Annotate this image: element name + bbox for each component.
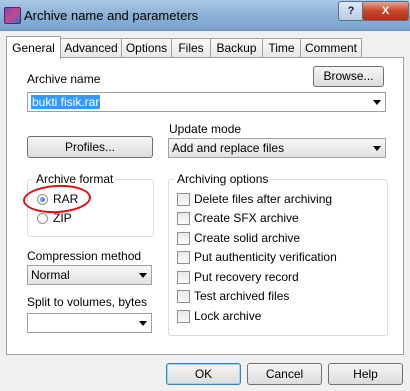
help-title-button[interactable]: ?: [338, 1, 364, 21]
split-volumes-label: Split to volumes, bytes: [27, 295, 148, 309]
profiles-button[interactable]: Profiles...: [27, 136, 153, 158]
tab-time[interactable]: Time: [262, 38, 301, 57]
lock-archive-label[interactable]: Lock archive: [194, 309, 261, 323]
lock-archive-checkbox[interactable]: [177, 310, 190, 323]
create-solid-label[interactable]: Create solid archive: [194, 231, 300, 245]
tab-options[interactable]: Options: [121, 38, 172, 57]
browse-button[interactable]: Browse...: [313, 66, 384, 87]
chevron-down-icon: [373, 146, 381, 151]
help-button[interactable]: Help: [328, 363, 403, 385]
tab-backup[interactable]: Backup: [210, 38, 263, 57]
title-bar: Archive name and parameters ? X: [0, 0, 410, 31]
tab-advanced[interactable]: Advanced: [60, 38, 122, 57]
ok-button[interactable]: OK: [166, 363, 241, 385]
window-title: Archive name and parameters: [24, 8, 199, 23]
archive-name-value: bukti fisik.rar: [31, 95, 101, 109]
create-sfx-checkbox[interactable]: [177, 212, 190, 225]
authenticity-checkbox[interactable]: [177, 251, 190, 264]
tab-files[interactable]: Files: [171, 38, 211, 57]
split-volumes-combo[interactable]: [27, 313, 152, 333]
recovery-record-label[interactable]: Put recovery record: [194, 270, 299, 284]
chevron-down-icon: [373, 100, 381, 105]
authenticity-label[interactable]: Put authenticity verification: [194, 250, 337, 264]
compression-method-label: Compression method: [27, 249, 142, 263]
zip-radio[interactable]: [37, 213, 48, 224]
compression-method-value: Normal: [31, 268, 70, 282]
chevron-down-icon: [139, 321, 147, 326]
archive-name-label: Archive name: [27, 72, 101, 86]
update-mode-label: Update mode: [169, 122, 242, 136]
delete-files-label[interactable]: Delete files after archiving: [194, 192, 332, 206]
test-archived-checkbox[interactable]: [177, 290, 190, 303]
test-archived-label[interactable]: Test archived files: [194, 289, 289, 303]
zip-label[interactable]: ZIP: [53, 211, 72, 225]
create-solid-checkbox[interactable]: [177, 232, 190, 245]
winrar-app-icon: [4, 7, 21, 24]
chevron-down-icon: [139, 273, 147, 278]
archiving-options-label: Archiving options: [175, 172, 271, 186]
compression-method-select[interactable]: Normal: [27, 265, 152, 285]
close-button[interactable]: X: [362, 1, 409, 21]
recovery-record-checkbox[interactable]: [177, 271, 190, 284]
tab-comment[interactable]: Comment: [300, 38, 362, 57]
update-mode-select[interactable]: Add and replace files: [168, 138, 386, 158]
tab-general[interactable]: General: [6, 36, 61, 59]
archive-format-label: Archive format: [34, 172, 116, 186]
update-mode-value: Add and replace files: [172, 141, 285, 155]
create-sfx-label[interactable]: Create SFX archive: [194, 211, 299, 225]
delete-files-checkbox[interactable]: [177, 193, 190, 206]
archive-name-combo[interactable]: bukti fisik.rar: [27, 92, 386, 112]
cancel-button[interactable]: Cancel: [247, 363, 322, 385]
